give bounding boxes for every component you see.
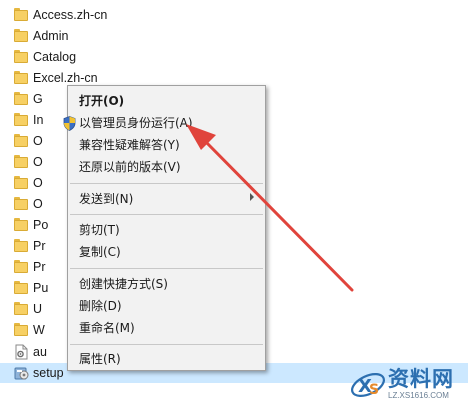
annotation-arrow <box>186 124 354 292</box>
explorer-window: Access.zh-cn Admin Catalog Excel.zh-cn G… <box>0 0 468 408</box>
watermark-url: LZ.XS1616.COM <box>388 391 449 400</box>
xs-logo-icon: X S <box>351 373 385 398</box>
annotation-arrow-shaft <box>202 138 354 292</box>
svg-text:S: S <box>369 382 379 398</box>
watermark-logo: X S 资料网 LZ.XS1616.COM <box>348 362 466 406</box>
watermark-title: 资料网 <box>388 367 454 391</box>
